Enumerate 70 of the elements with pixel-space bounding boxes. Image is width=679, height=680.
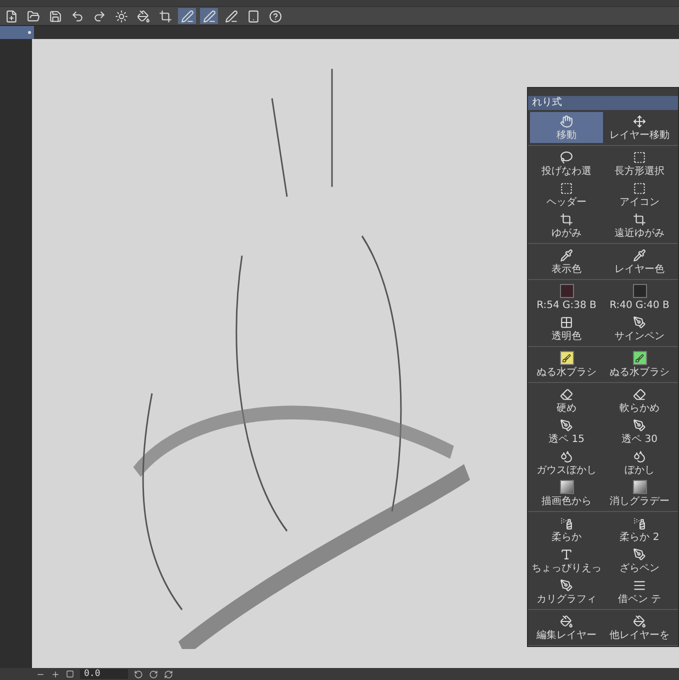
crop-icon	[633, 212, 646, 226]
airbrush-icon	[560, 516, 573, 530]
tool-item[interactable]: 長方形選択	[603, 148, 676, 179]
tool-item[interactable]: ぼかし	[603, 447, 676, 478]
zoom-field[interactable]: 0.0	[80, 669, 128, 679]
tool-item[interactable]: 柔らか	[530, 514, 603, 545]
eraser-icon	[633, 388, 646, 400]
checker-icon	[560, 316, 573, 328]
hand-icon	[560, 114, 573, 128]
tool-item[interactable]: サインペン	[603, 313, 676, 344]
lasso-icon	[560, 150, 573, 164]
tool-item[interactable]: 借ペン テ	[603, 576, 676, 607]
crop-icon	[560, 212, 573, 226]
tool-item[interactable]: 硬め	[530, 385, 603, 416]
droplets-icon	[633, 450, 646, 462]
tool-item[interactable]: 軟らかめ	[603, 385, 676, 416]
tool-item[interactable]: 他レイヤーを	[603, 612, 676, 643]
dashed-square-icon	[560, 182, 573, 194]
lines-icon	[633, 578, 646, 592]
tool-item[interactable]: ヘッダー	[530, 179, 603, 210]
tool-item[interactable]: 編集レイヤー	[530, 612, 603, 643]
pen-icon	[633, 548, 646, 560]
paint-bucket-icon	[633, 614, 646, 628]
tool-item[interactable]: 柔らか 2	[603, 514, 676, 545]
tool-item[interactable]: ぬる水ブラシ	[603, 349, 676, 380]
zoom-in-icon[interactable]	[51, 670, 60, 678]
tool-item[interactable]: ゆがみ	[530, 210, 603, 241]
text-icon	[560, 548, 573, 560]
tool-item[interactable]: R:40 G:40 B	[603, 282, 676, 313]
tool-item[interactable]: ざらペン	[603, 545, 676, 576]
tool-item[interactable]: 描画色から	[530, 478, 603, 509]
tool-item[interactable]: 透明色	[530, 313, 603, 344]
move-icon	[633, 114, 646, 128]
tool-item[interactable]: R:54 G:38 B	[530, 282, 603, 313]
ruler-pen-button[interactable]	[178, 8, 196, 24]
tool-item[interactable]: 消しグラデー	[603, 478, 676, 509]
eraser-icon	[560, 388, 573, 400]
tool-item[interactable]: カリグラフィ	[530, 576, 603, 607]
dashed-square-icon	[633, 182, 646, 194]
airbrush-icon	[633, 516, 646, 530]
rotate-left-icon[interactable]	[134, 670, 143, 678]
pen-icon	[633, 418, 646, 432]
tool-item[interactable]: ぬる水ブラシ	[530, 349, 603, 380]
droplets-icon	[560, 450, 573, 462]
tool-item[interactable]: 投げなわ選	[530, 148, 603, 179]
square-icon[interactable]	[66, 670, 74, 678]
tool-item[interactable]: 透ペ 30	[603, 416, 676, 447]
tool-item[interactable]: ガウスぼかし	[530, 447, 603, 478]
palette-title: れり式	[528, 96, 678, 110]
tool-item[interactable]: 表示色	[530, 246, 603, 277]
dashed-square-icon	[633, 150, 646, 164]
pen-icon	[633, 316, 646, 328]
pen-icon	[560, 418, 573, 432]
eyedropper-icon	[560, 248, 573, 262]
ruler-pen-button[interactable]	[200, 8, 218, 24]
tool-item[interactable]: アイコン	[603, 179, 676, 210]
gradient-icon	[632, 480, 646, 494]
reset-icon[interactable]	[164, 670, 173, 678]
tool-item[interactable]: レイヤー色	[603, 246, 676, 277]
tool-item[interactable]: 透ペ 15	[530, 416, 603, 447]
eyedropper-icon	[633, 248, 646, 262]
rotate-right-icon[interactable]	[149, 670, 158, 678]
tool-item[interactable]: ちょっぴりえっ	[530, 545, 603, 576]
pen-icon	[560, 578, 573, 592]
tool-item[interactable]: 移動	[530, 112, 603, 143]
tool-item[interactable]: 遠近ゆがみ	[603, 210, 676, 241]
paint-bucket-icon	[560, 614, 573, 628]
close-dot-icon[interactable]	[28, 31, 31, 34]
tool-item[interactable]: レイヤー移動	[603, 112, 676, 143]
gradient-icon	[560, 480, 574, 494]
